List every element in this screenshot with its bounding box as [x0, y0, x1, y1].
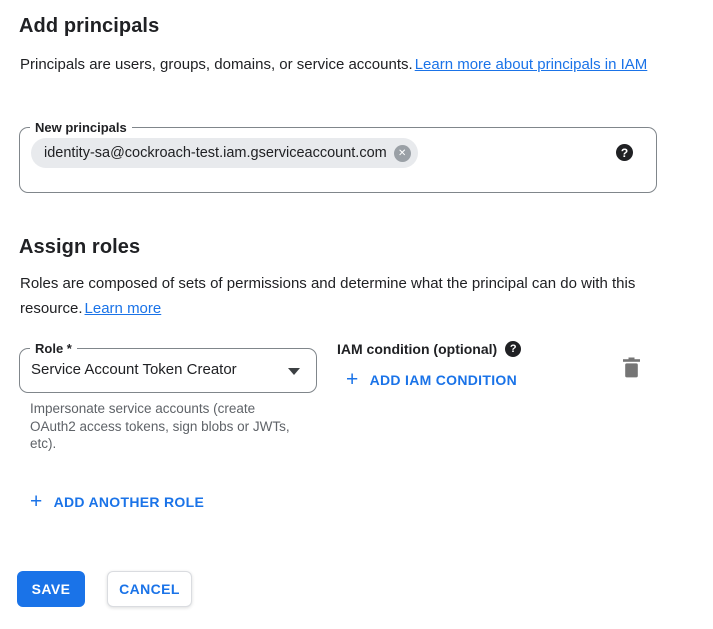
dropdown-arrow-icon [288, 368, 300, 375]
roles-description: Roles are composed of sets of permission… [20, 271, 642, 321]
trash-icon [622, 357, 641, 378]
new-principals-label: New principals [30, 119, 132, 136]
add-principals-panel: Add principals Principals are users, gro… [0, 0, 713, 629]
add-iam-condition-label: ADD IAM CONDITION [370, 372, 517, 388]
principal-chip[interactable]: identity-sa@cockroach-test.iam.gservicea… [31, 138, 418, 168]
add-another-role-label: ADD ANOTHER ROLE [54, 494, 205, 510]
role-selected-value: Service Account Token Creator [31, 361, 237, 378]
principal-chip-text: identity-sa@cockroach-test.iam.gservicea… [44, 145, 387, 161]
cancel-button[interactable]: CANCEL [107, 571, 192, 607]
plus-icon: + [346, 371, 359, 389]
learn-more-roles-link[interactable]: Learn more [85, 300, 162, 317]
learn-more-principals-link[interactable]: Learn more about principals in IAM [415, 56, 648, 73]
principals-description-text: Principals are users, groups, domains, o… [20, 56, 413, 73]
save-button[interactable]: SAVE [17, 571, 85, 607]
iam-condition-help-icon[interactable]: ? [505, 341, 521, 357]
role-label: Role * [30, 340, 77, 357]
role-select[interactable]: Role * Service Account Token Creator [19, 348, 317, 393]
chip-remove-icon[interactable]: ✕ [394, 145, 411, 162]
delete-role-button[interactable] [620, 355, 643, 380]
role-helper-text: Impersonate service accounts (create OAu… [30, 400, 292, 453]
new-principals-help-icon[interactable]: ? [616, 144, 633, 161]
assign-roles-title: Assign roles [19, 236, 140, 259]
page-title: Add principals [19, 15, 159, 38]
new-principals-field[interactable]: New principals identity-sa@cockroach-tes… [19, 127, 657, 193]
add-iam-condition-button[interactable]: + ADD IAM CONDITION [346, 371, 517, 389]
iam-condition-header: IAM condition (optional) ? [337, 341, 521, 357]
plus-icon: + [30, 493, 43, 511]
principals-description: Principals are users, groups, domains, o… [20, 52, 672, 77]
add-another-role-button[interactable]: + ADD ANOTHER ROLE [30, 493, 204, 511]
iam-condition-label: IAM condition (optional) [337, 341, 497, 357]
